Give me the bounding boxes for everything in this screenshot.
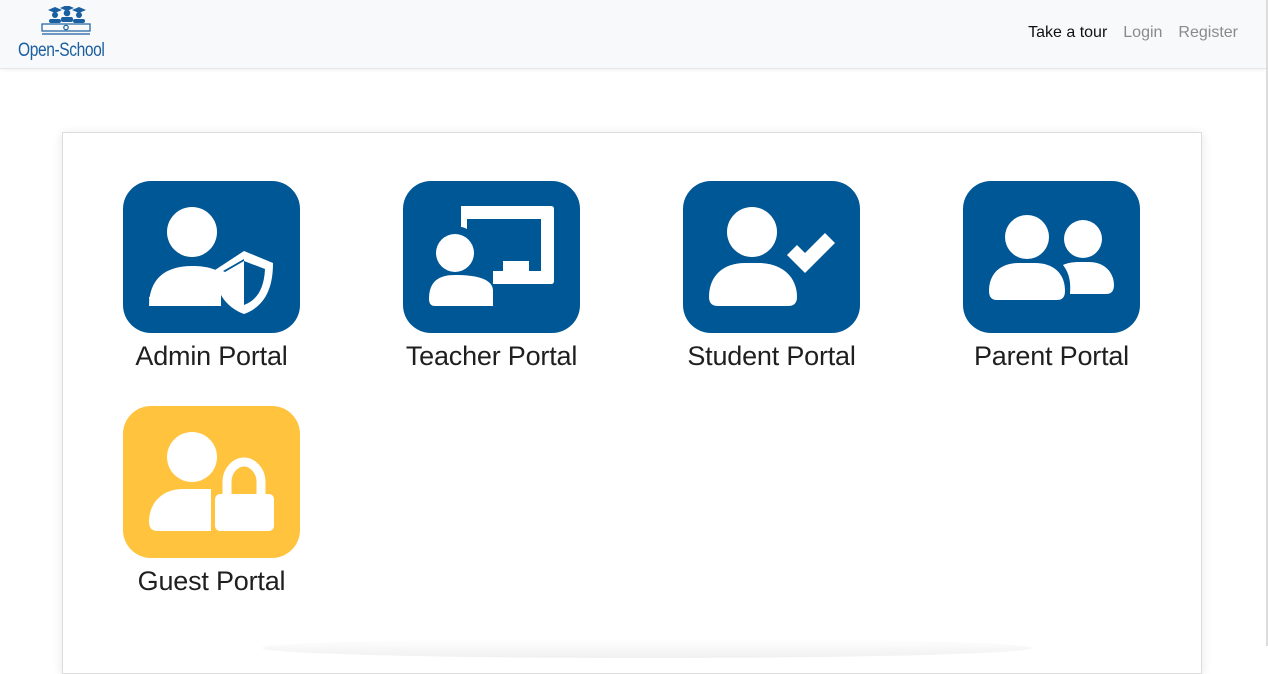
student-portal-icon-box (683, 181, 860, 333)
student-portal-tile[interactable]: Student Portal (623, 181, 883, 391)
guest-portal-tile[interactable]: Guest Portal (63, 406, 323, 616)
nav-register[interactable]: Register (1178, 24, 1238, 42)
graduates-logo-icon (41, 6, 91, 35)
user-lock-icon (149, 432, 274, 531)
student-portal-label: Student Portal (687, 341, 856, 371)
user-check-icon (709, 207, 835, 306)
nav-take-a-tour[interactable]: Take a tour (1028, 24, 1107, 42)
guest-portal-icon-box (123, 406, 300, 558)
parent-portal-label: Parent Portal (974, 341, 1129, 371)
user-friends-icon (989, 215, 1114, 300)
bottom-shadow (262, 638, 1032, 658)
admin-portal-tile[interactable]: Admin Portal (63, 181, 323, 391)
guest-portal-label: Guest Portal (137, 566, 286, 596)
portal-card: Admin Portal Teacher Portal Student Port… (62, 132, 1202, 674)
admin-portal-label: Admin Portal (135, 341, 288, 371)
teacher-portal-label: Teacher Portal (405, 341, 578, 371)
nav-login[interactable]: Login (1123, 24, 1162, 42)
brand-name: Open-School (18, 40, 105, 61)
teacher-portal-tile[interactable]: Teacher Portal (343, 181, 603, 391)
chalkboard-teacher-icon (429, 206, 554, 306)
main-nav: Take a tour Login Register (1028, 24, 1238, 42)
admin-portal-icon-box (123, 181, 300, 333)
brand-logo[interactable]: Open-School (16, 6, 116, 62)
user-shield-icon (149, 207, 273, 314)
teacher-portal-icon-box (403, 181, 580, 333)
top-navbar: Open-School Take a tour Login Register (0, 0, 1266, 69)
parent-portal-tile[interactable]: Parent Portal (903, 181, 1163, 391)
parent-portal-icon-box (963, 181, 1140, 333)
